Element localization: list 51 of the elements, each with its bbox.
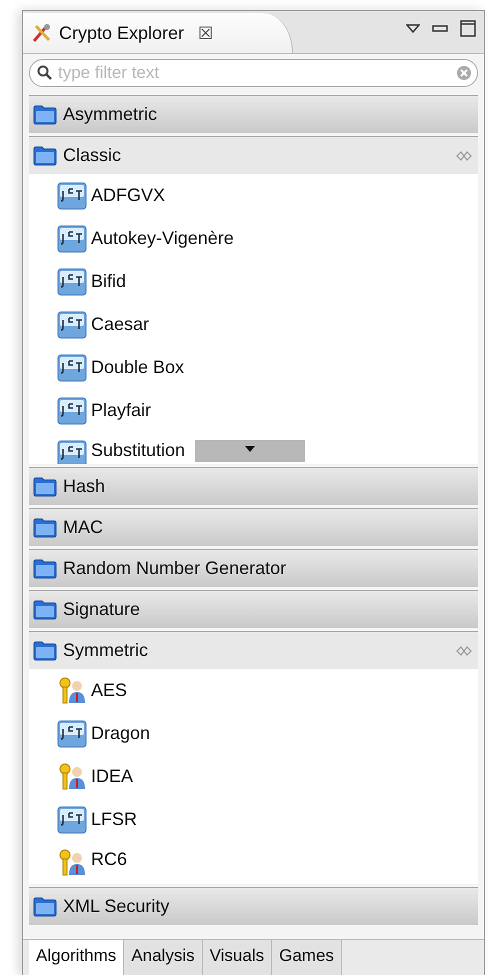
drawer-header[interactable]: MAC <box>29 508 478 546</box>
jct-icon <box>57 224 87 252</box>
tree-item[interactable]: Bifid <box>91 271 126 292</box>
view-tab[interactable]: Crypto Explorer ☒ <box>23 13 293 53</box>
key-person-icon <box>57 676 87 704</box>
folder-icon <box>33 146 57 166</box>
folder-icon <box>33 896 57 916</box>
drawer-header[interactable]: Classic <box>29 136 478 174</box>
drawer-header[interactable]: Symmetric <box>29 631 478 669</box>
drawer-header[interactable]: Asymmetric <box>29 95 478 133</box>
jct-icon <box>57 354 87 382</box>
tree-item[interactable]: LFSR <box>91 809 138 830</box>
tools-icon <box>31 22 53 44</box>
key-person-icon <box>57 762 87 790</box>
bottom-tab[interactable]: Games <box>272 940 342 975</box>
folder-icon <box>33 640 57 660</box>
drawer-header[interactable]: Signature <box>29 590 478 628</box>
key-person-icon <box>57 849 87 877</box>
folder-icon <box>33 104 57 124</box>
drawer-header[interactable]: Hash <box>29 467 478 505</box>
tree-item[interactable]: ADFGVX <box>91 185 166 206</box>
down-caret-icon <box>245 446 256 452</box>
folder-icon <box>33 518 57 538</box>
view-menu-icon[interactable] <box>406 24 420 34</box>
minimize-icon[interactable] <box>432 24 448 32</box>
folder-icon <box>33 558 57 578</box>
filter-field[interactable]: type filter text <box>29 59 478 87</box>
jct-icon <box>57 396 87 424</box>
jct-icon <box>57 440 87 464</box>
tree-item[interactable]: Caesar <box>91 314 150 335</box>
tree-item[interactable]: IDEA <box>91 766 134 787</box>
jct-icon <box>57 268 87 296</box>
bottom-tab[interactable]: Algorithms <box>29 940 124 975</box>
jct-icon <box>57 182 87 210</box>
jct-icon <box>57 806 87 834</box>
maximize-icon[interactable] <box>460 20 476 37</box>
tree-item[interactable]: Autokey-Vigenère <box>91 228 234 249</box>
tree-item[interactable]: RC6 <box>91 849 128 870</box>
tree-item[interactable]: Dragon <box>91 723 150 744</box>
bottom-tab[interactable]: Visuals <box>202 940 272 975</box>
drawer-header[interactable]: Random Number Generator <box>29 549 478 587</box>
folder-icon <box>33 476 57 496</box>
tree-item[interactable]: Double Box <box>91 357 184 378</box>
tree-item[interactable]: Substitution <box>91 440 186 461</box>
bottom-tab[interactable]: Analysis <box>124 940 203 975</box>
tree-item[interactable]: Playfair <box>91 400 152 421</box>
drawer-header[interactable]: XML Security <box>29 887 478 925</box>
folder-icon <box>33 600 57 620</box>
jct-icon <box>57 310 87 338</box>
jct-icon <box>57 720 87 748</box>
tree-item[interactable]: AES <box>91 680 128 701</box>
